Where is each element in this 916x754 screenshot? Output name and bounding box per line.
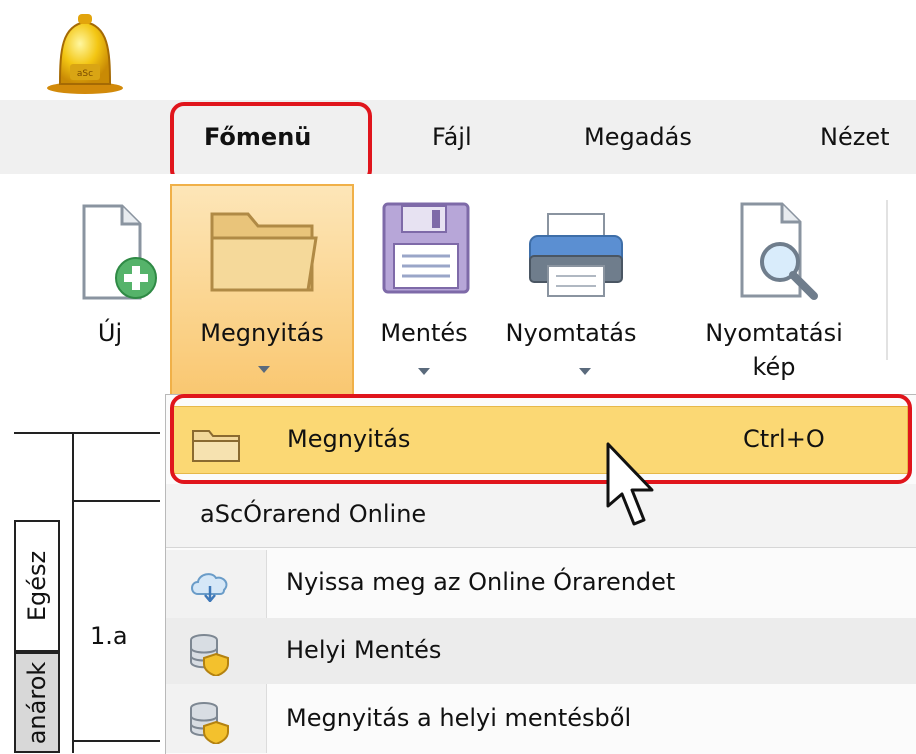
database-shield-icon bbox=[190, 702, 229, 744]
chevron-down-icon bbox=[579, 368, 591, 375]
row-label: 1.a bbox=[90, 622, 128, 650]
tab-fajl[interactable]: Fájl bbox=[432, 100, 472, 174]
highlight-open-item bbox=[170, 394, 912, 484]
tab-megadas[interactable]: Megadás bbox=[584, 100, 692, 174]
menu-item-local-save[interactable]: Helyi Mentés bbox=[166, 618, 916, 684]
chevron-down-icon bbox=[418, 368, 430, 375]
menu-item-local-save-label: Helyi Mentés bbox=[286, 636, 442, 664]
menu-item-open-online-label: Nyissa meg az Online Órarendet bbox=[286, 568, 676, 596]
grid-line bbox=[72, 500, 160, 502]
tab-egesz-label: Egész bbox=[23, 550, 51, 622]
highlight-fomenu bbox=[170, 102, 372, 184]
print-preview-label-line2: kép bbox=[752, 353, 796, 381]
save-button[interactable]: Mentés bbox=[360, 186, 488, 400]
printer-icon bbox=[529, 213, 623, 297]
menu-section-label: aScÓrarend Online bbox=[200, 500, 427, 528]
grid-line bbox=[72, 432, 74, 753]
print-preview-label-line1: Nyomtatási bbox=[705, 319, 843, 347]
print-button-label: Nyomtatás bbox=[505, 319, 637, 347]
menu-section-ascorarend-online: aScÓrarend Online bbox=[166, 484, 916, 548]
tab-tanarok[interactable]: anárok bbox=[14, 652, 60, 753]
mouse-cursor-icon bbox=[606, 442, 654, 526]
new-file-icon bbox=[82, 204, 157, 300]
print-button[interactable]: Nyomtatás bbox=[498, 186, 644, 400]
tab-egesz[interactable]: Egész bbox=[14, 520, 60, 652]
database-shield-icon bbox=[190, 634, 229, 676]
menu-item-open-local-save-label: Megnyitás a helyi mentésből bbox=[286, 704, 632, 732]
new-button-label: Új bbox=[97, 319, 123, 347]
grid-line bbox=[14, 432, 160, 434]
svg-text:aSc: aSc bbox=[77, 69, 93, 79]
open-button[interactable]: Megnyitás bbox=[170, 184, 354, 404]
new-button[interactable]: Új bbox=[60, 186, 160, 400]
menu-item-open-local-save[interactable]: Megnyitás a helyi mentésből bbox=[166, 686, 916, 753]
chevron-down-icon bbox=[258, 366, 270, 373]
grid-line bbox=[72, 740, 160, 742]
cloud-icon bbox=[191, 573, 228, 602]
save-disk-icon bbox=[382, 202, 470, 294]
app-logo-icon: aSc bbox=[40, 10, 130, 96]
print-preview-button[interactable]: Nyomtatási kép bbox=[676, 186, 872, 400]
save-button-label: Mentés bbox=[380, 319, 468, 347]
open-button-label: Megnyitás bbox=[200, 319, 324, 347]
menu-item-open-online[interactable]: Nyissa meg az Online Órarendet bbox=[166, 550, 916, 616]
folder-icon bbox=[210, 212, 318, 292]
toolbar-separator bbox=[886, 200, 888, 360]
tab-tanarok-label: anárok bbox=[23, 661, 51, 744]
print-preview-icon bbox=[740, 202, 818, 300]
tab-nezet[interactable]: Nézet bbox=[820, 100, 890, 174]
